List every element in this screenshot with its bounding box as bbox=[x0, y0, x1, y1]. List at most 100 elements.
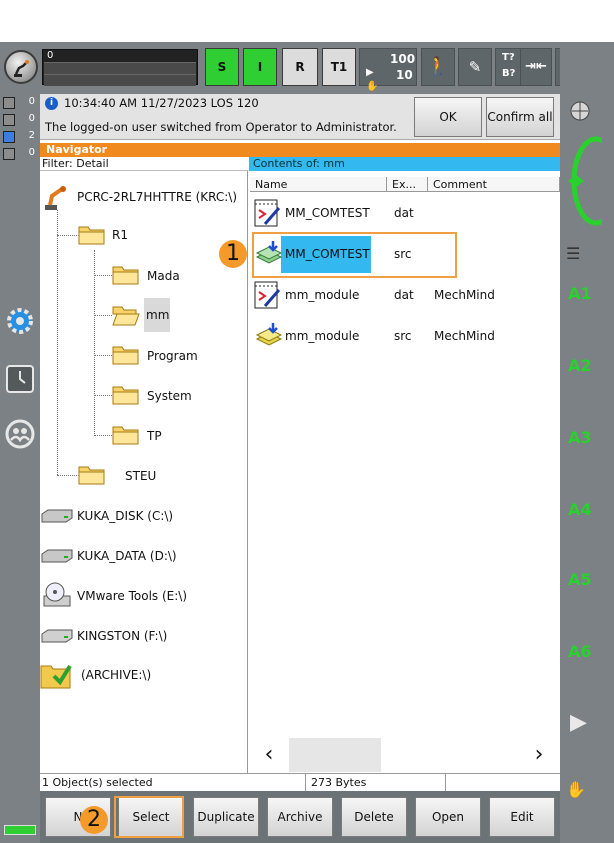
callout-badge-1: 1 bbox=[219, 240, 247, 268]
archive-button[interactable]: Archive bbox=[267, 797, 333, 837]
operating-mode-tile[interactable]: T1 bbox=[322, 48, 356, 86]
scroll-right-button[interactable]: › bbox=[528, 740, 550, 770]
tree-item-r1[interactable]: R1 bbox=[78, 223, 238, 249]
tree-item-steu[interactable]: STEU bbox=[78, 463, 238, 489]
tree-item-tp[interactable]: TP bbox=[112, 423, 242, 449]
tree-line bbox=[94, 275, 112, 276]
kuka-logo-button[interactable] bbox=[4, 50, 38, 84]
robot-icon bbox=[14, 60, 29, 77]
tree-line bbox=[57, 235, 79, 236]
src-file-icon bbox=[255, 323, 283, 346]
folder-icon bbox=[112, 266, 139, 285]
message-counter-ack[interactable]: 0 bbox=[3, 96, 37, 109]
tree-item-mada[interactable]: Mada bbox=[112, 263, 242, 289]
message-counter-dialog[interactable]: 0 bbox=[3, 147, 37, 160]
program-progress-bar-1 bbox=[44, 62, 196, 74]
tree-item-archive[interactable]: (ARCHIVE:\) bbox=[40, 658, 248, 692]
submit-interpreter-tile[interactable]: S bbox=[205, 48, 239, 86]
tree-item-program[interactable]: Program bbox=[112, 343, 242, 369]
file-row[interactable]: mm_module dat MechMind bbox=[251, 278, 560, 312]
axis-key-a2[interactable]: A2 bbox=[568, 356, 592, 375]
tool-base-tile[interactable]: T? B? bbox=[495, 48, 523, 86]
left-status-column bbox=[0, 94, 40, 843]
dat-file-icon bbox=[254, 281, 281, 309]
clock-icon[interactable] bbox=[4, 363, 36, 395]
hard-drive-icon bbox=[41, 509, 73, 523]
tree-line bbox=[94, 395, 112, 396]
column-header-comment[interactable]: Comment bbox=[428, 177, 560, 192]
tree-item-system[interactable]: System bbox=[112, 383, 242, 409]
open-button[interactable]: Open bbox=[415, 797, 481, 837]
scroll-left-button[interactable]: ‹ bbox=[258, 740, 280, 770]
ok-button[interactable]: OK bbox=[414, 97, 482, 137]
message-counter-info[interactable]: 2 bbox=[3, 130, 37, 143]
footer-divider bbox=[305, 774, 306, 792]
robot-interpreter-tile[interactable]: R bbox=[282, 48, 318, 86]
tree-item-drive-c[interactable]: KUKA_DISK (C:\) bbox=[40, 504, 248, 528]
jog-mode-ring-icon[interactable] bbox=[562, 133, 614, 229]
battery-icon bbox=[4, 825, 36, 835]
folder-icon bbox=[78, 466, 105, 485]
tree-item-drive-e[interactable]: VMware Tools (E:\) bbox=[40, 578, 248, 612]
tree-line bbox=[94, 315, 112, 316]
file-row[interactable]: mm_module src MechMind bbox=[251, 319, 560, 353]
info-icon: i bbox=[45, 97, 58, 110]
jog-override: 10 bbox=[396, 68, 413, 82]
tree-item-mm[interactable]: mm bbox=[112, 298, 242, 332]
scrollbar-thumb[interactable] bbox=[289, 738, 381, 772]
folder-icon bbox=[112, 426, 139, 445]
selection-count: 1 Object(s) selected bbox=[42, 776, 153, 789]
tool-icon[interactable]: ✎ bbox=[458, 48, 492, 86]
hand-icon[interactable]: ✋ bbox=[566, 780, 592, 802]
message-counter-status[interactable]: 0 bbox=[3, 113, 37, 126]
column-header-name[interactable]: Name bbox=[250, 177, 387, 192]
program-override: 100 bbox=[390, 52, 416, 66]
axis-key-a6[interactable]: A6 bbox=[568, 642, 592, 661]
contents-of-label: Contents of: mm bbox=[249, 157, 560, 171]
tree-line bbox=[57, 210, 58, 475]
globe-icon[interactable] bbox=[566, 99, 590, 123]
edit-button[interactable]: Edit bbox=[489, 797, 555, 837]
program-number: 0 bbox=[47, 50, 54, 61]
file-size: 273 Bytes bbox=[311, 776, 367, 789]
hard-drive-icon bbox=[41, 549, 73, 563]
duplicate-button[interactable]: Duplicate bbox=[193, 797, 259, 837]
tree-item-drive-f[interactable]: KINGSTON (F:\) bbox=[40, 624, 248, 648]
drives-status-tile[interactable]: I bbox=[243, 48, 277, 86]
tree-line bbox=[94, 250, 95, 436]
confirm-all-button[interactable]: Confirm all bbox=[486, 97, 554, 137]
tree-item-drive-d[interactable]: KUKA_DATA (D:\) bbox=[40, 544, 248, 568]
user-group-icon[interactable] bbox=[4, 418, 36, 450]
folder-icon bbox=[112, 346, 139, 365]
override-tile[interactable]: ▶ 100 ✋ 10 bbox=[359, 48, 417, 92]
callout-badge-2: 2 bbox=[80, 806, 108, 834]
status-footer: 1 Object(s) selected 273 Bytes bbox=[40, 773, 560, 792]
incremental-jog-icon[interactable]: ⇥⇤ bbox=[520, 48, 552, 86]
file-row[interactable]: MM_COMTEST dat bbox=[251, 196, 560, 230]
tree-line bbox=[57, 475, 79, 476]
open-folder-icon bbox=[112, 306, 140, 326]
archive-folder-icon bbox=[40, 664, 72, 689]
filter-label: Filter: Detail bbox=[40, 157, 248, 171]
footer-divider bbox=[445, 774, 446, 792]
base-status: B? bbox=[502, 68, 516, 79]
tool-status: T? bbox=[502, 52, 515, 63]
axis-key-a4[interactable]: A4 bbox=[568, 500, 592, 519]
delete-button[interactable]: Delete bbox=[341, 797, 407, 837]
walking-person-icon[interactable]: 🚶 bbox=[421, 48, 455, 86]
axis-key-a3[interactable]: A3 bbox=[568, 428, 592, 447]
usb-drive-icon bbox=[41, 629, 73, 643]
axis-key-a1[interactable]: A1 bbox=[568, 284, 592, 303]
jog-options-icon[interactable]: ☰ bbox=[566, 244, 590, 264]
message-header: 10:34:40 AM 11/27/2023 LOS 120 bbox=[64, 96, 259, 110]
ack-icon bbox=[3, 97, 15, 109]
dat-file-icon bbox=[254, 199, 281, 227]
robot-icon bbox=[45, 186, 66, 210]
folder-icon bbox=[112, 386, 139, 405]
tree-item-root[interactable]: PCRC-2RL7HHTTRE (KRC:\) bbox=[40, 181, 248, 213]
next-page-icon[interactable]: ▶ bbox=[570, 710, 594, 736]
folder-icon bbox=[78, 226, 105, 245]
settings-icon[interactable] bbox=[4, 305, 36, 337]
column-header-extension[interactable]: Ex... bbox=[387, 177, 428, 192]
axis-key-a5[interactable]: A5 bbox=[568, 570, 592, 589]
